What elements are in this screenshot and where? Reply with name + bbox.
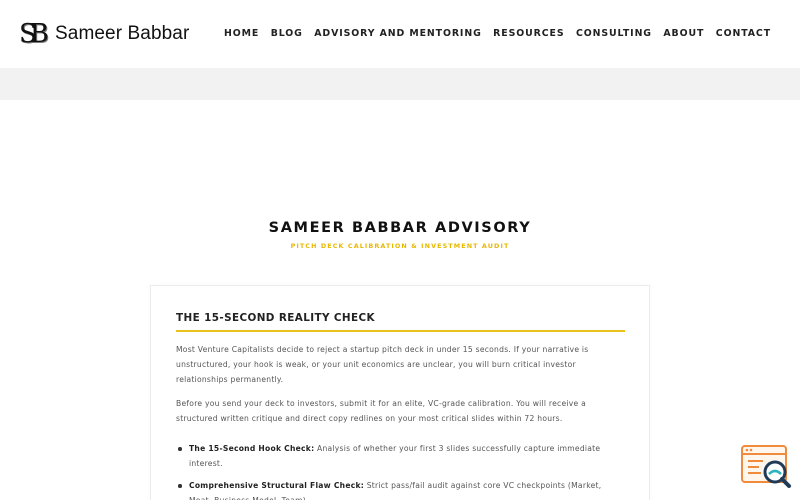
calibration-paragraph: Before you send your deck to investors, … <box>176 399 586 423</box>
list-item: Comprehensive Structural Flaw Check: Str… <box>178 478 609 500</box>
reality-check-card: THE 15-SECOND REALITY CHECK Most Venture… <box>150 285 650 500</box>
main-nav: HOME BLOG ADVISORY AND MENTORING RESOURC… <box>224 28 771 39</box>
nav-advisory-and-mentoring[interactable]: ADVISORY AND MENTORING <box>314 28 481 39</box>
feature-title: Comprehensive Structural Flaw Check: <box>189 481 365 490</box>
card-heading: THE 15-SECOND REALITY CHECK <box>176 312 625 332</box>
logo-mark: SB <box>19 19 49 49</box>
nav-home[interactable]: HOME <box>224 28 259 39</box>
nav-about[interactable]: ABOUT <box>663 28 704 39</box>
nav-blog[interactable]: BLOG <box>271 28 303 39</box>
nav-resources[interactable]: RESOURCES <box>493 28 564 39</box>
intro-paragraph: Most Venture Capitalists decide to rejec… <box>176 345 589 384</box>
nav-contact[interactable]: CONTACT <box>716 28 771 39</box>
header-band <box>0 68 800 100</box>
nav-consulting[interactable]: CONSULTING <box>576 28 652 39</box>
site-logo[interactable]: SB Sameer Babbar <box>19 20 189 48</box>
chat-search-icon <box>741 445 791 488</box>
feature-list: The 15-Second Hook Check: Analysis of wh… <box>178 441 609 500</box>
chat-widget-button[interactable] <box>741 444 793 490</box>
site-header: SB Sameer Babbar HOME BLOG ADVISORY AND … <box>0 0 800 68</box>
page-subtitle: PITCH DECK CALIBRATION & INVESTMENT AUDI… <box>290 242 510 250</box>
feature-title: The 15-Second Hook Check: <box>189 444 315 453</box>
logo-name: Sameer Babbar <box>55 23 190 44</box>
list-item: The 15-Second Hook Check: Analysis of wh… <box>178 441 609 471</box>
page-title: SAMEER BABBAR ADVISORY <box>268 220 532 236</box>
